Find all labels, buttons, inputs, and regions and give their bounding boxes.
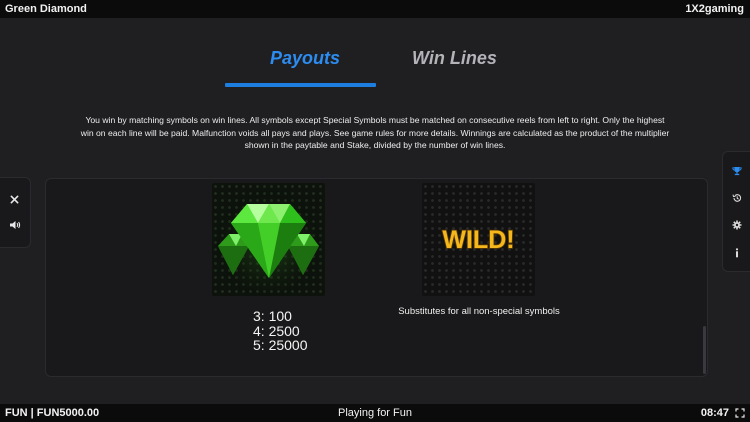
tab-payouts[interactable]: Payouts <box>270 48 340 69</box>
settings-icon[interactable] <box>732 220 742 230</box>
brand-name: 1X2gaming <box>685 3 744 15</box>
scrollbar-thumb[interactable] <box>703 326 706 374</box>
paytable-panel <box>45 178 708 377</box>
left-control-panel <box>0 177 31 248</box>
wild-icon: WILD! <box>442 225 516 255</box>
symbol-tile-wild: WILD! <box>422 183 535 296</box>
rules-text: You win by matching symbols on win lines… <box>80 115 670 151</box>
active-tab-indicator <box>225 83 376 87</box>
tab-win-lines[interactable]: Win Lines <box>412 48 497 69</box>
diamond-payouts: 3: 100 4: 2500 5: 25000 <box>253 309 308 353</box>
symbol-tile-diamond <box>212 183 325 296</box>
wild-label: WILD! <box>442 226 514 254</box>
payout-5-of-a-kind: 5: 25000 <box>253 337 308 353</box>
green-diamond-icon <box>212 183 325 296</box>
payout-3-of-a-kind: 3: 100 <box>253 308 292 324</box>
sound-icon[interactable] <box>9 220 21 230</box>
clock: 08:47 <box>700 407 729 419</box>
close-icon[interactable] <box>10 195 19 204</box>
game-title: Green Diamond <box>5 3 87 15</box>
right-control-panel <box>722 151 750 272</box>
history-icon[interactable] <box>732 193 742 203</box>
bottom-bar: FUN | FUN5000.00 Playing for Fun 08:47 <box>0 404 750 422</box>
wild-description: Substitutes for all non-special symbols <box>398 306 560 317</box>
fullscreen-icon[interactable] <box>735 408 745 418</box>
play-mode-label: Playing for Fun <box>338 407 412 419</box>
payout-4-of-a-kind: 4: 2500 <box>253 322 300 339</box>
trophy-icon[interactable] <box>732 166 742 176</box>
top-bar: Green Diamond 1X2gaming <box>0 0 750 18</box>
info-icon[interactable] <box>734 248 740 258</box>
